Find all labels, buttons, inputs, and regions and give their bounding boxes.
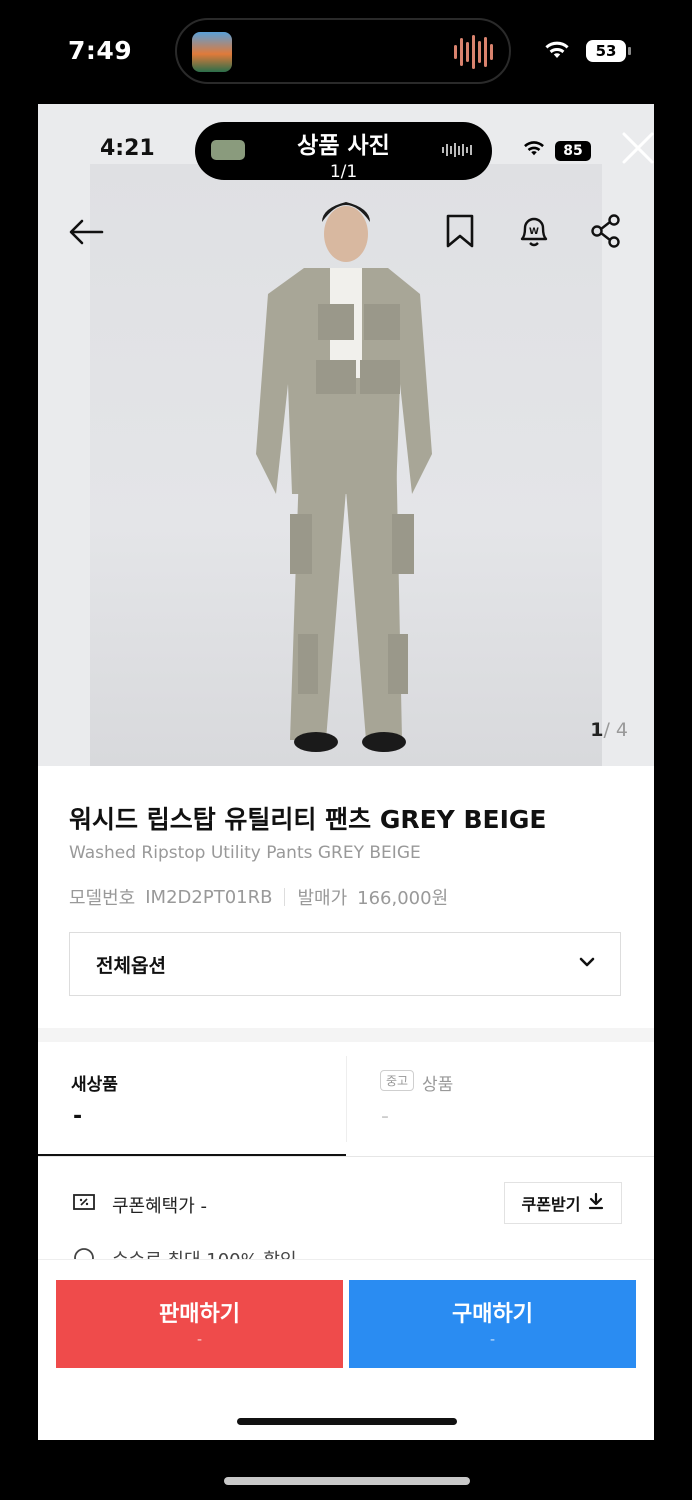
back-arrow-icon[interactable] bbox=[66, 216, 106, 252]
section-divider bbox=[38, 1028, 654, 1042]
battery-indicator: 53 bbox=[586, 40, 631, 62]
tab-used-label: 상품 bbox=[422, 1075, 454, 1095]
home-indicator bbox=[224, 1477, 470, 1485]
release-price: 166,000원 bbox=[357, 888, 449, 909]
viewer-count: 1/1 bbox=[329, 162, 358, 182]
product-title: 워시드 립스탑 유틸리티 팬츠 GREY BEIGE bbox=[69, 805, 547, 834]
option-select[interactable]: 전체옵션 bbox=[69, 932, 621, 996]
coupon-price-text: 쿠폰혜택가 - bbox=[112, 1196, 208, 1217]
meta-divider bbox=[284, 888, 286, 906]
inner-audio-wave-icon bbox=[442, 142, 478, 158]
product-image-viewer[interactable]: 4:21 상품 사진 1/1 85 W 1/ 4 bbox=[38, 104, 654, 766]
option-label: 전체옵션 bbox=[96, 955, 166, 977]
inner-wifi-icon bbox=[522, 138, 546, 161]
tab-used-product[interactable]: 중고 상품 - bbox=[346, 1042, 654, 1156]
product-meta: 모델번호 IM2D2PT01RB 발매가 166,000원 bbox=[69, 884, 448, 910]
share-icon[interactable] bbox=[588, 212, 624, 254]
bell-icon[interactable]: W bbox=[516, 212, 552, 254]
tab-new-label: 새상품 bbox=[71, 1075, 118, 1095]
tab-new-price: - bbox=[73, 1104, 83, 1129]
tab-used-price: - bbox=[381, 1104, 389, 1129]
product-subtitle: Washed Ripstop Utility Pants GREY BEIGE bbox=[69, 843, 421, 863]
tab-bottom-border bbox=[38, 1156, 654, 1157]
model-value: IM2D2PT01RB bbox=[145, 886, 273, 908]
sell-label: 판매하기 bbox=[159, 1302, 240, 1327]
bottom-action-bar: 판매하기 - 구매하기 - bbox=[38, 1260, 654, 1440]
buy-button[interactable]: 구매하기 - bbox=[349, 1280, 636, 1368]
release-label: 발매가 bbox=[297, 888, 348, 909]
app-screenshot: 4:21 상품 사진 1/1 85 W 1/ 4 워시드 립스탑 유틸리티 팬츠… bbox=[38, 104, 654, 1440]
svg-text:W: W bbox=[529, 227, 539, 237]
inner-status-time: 4:21 bbox=[100, 136, 155, 161]
download-icon bbox=[588, 1192, 604, 1214]
outer-status-time: 7:49 bbox=[68, 36, 133, 65]
wifi-icon bbox=[543, 38, 571, 64]
get-coupon-button[interactable]: 쿠폰받기 bbox=[504, 1182, 622, 1224]
buy-price: - bbox=[489, 1332, 496, 1348]
tab-new-product[interactable]: 새상품 - bbox=[38, 1042, 346, 1157]
close-icon[interactable] bbox=[620, 130, 654, 166]
inner-home-indicator bbox=[237, 1418, 457, 1425]
sell-button[interactable]: 판매하기 - bbox=[56, 1280, 343, 1368]
sell-price: - bbox=[196, 1332, 203, 1348]
inner-battery-indicator: 85 bbox=[555, 141, 591, 161]
bookmark-icon[interactable] bbox=[442, 212, 478, 254]
chevron-down-icon bbox=[578, 953, 596, 975]
model-label: 모델번호 bbox=[69, 888, 136, 909]
buy-label: 구매하기 bbox=[452, 1302, 533, 1327]
image-counter: 1/ 4 bbox=[590, 719, 628, 741]
product-photo bbox=[90, 164, 602, 766]
now-playing-thumbnail bbox=[192, 32, 232, 72]
coupon-icon bbox=[72, 1192, 96, 1216]
used-badge: 중고 bbox=[380, 1070, 415, 1091]
get-coupon-label: 쿠폰받기 bbox=[521, 1195, 581, 1214]
audio-wave-icon bbox=[454, 34, 494, 70]
